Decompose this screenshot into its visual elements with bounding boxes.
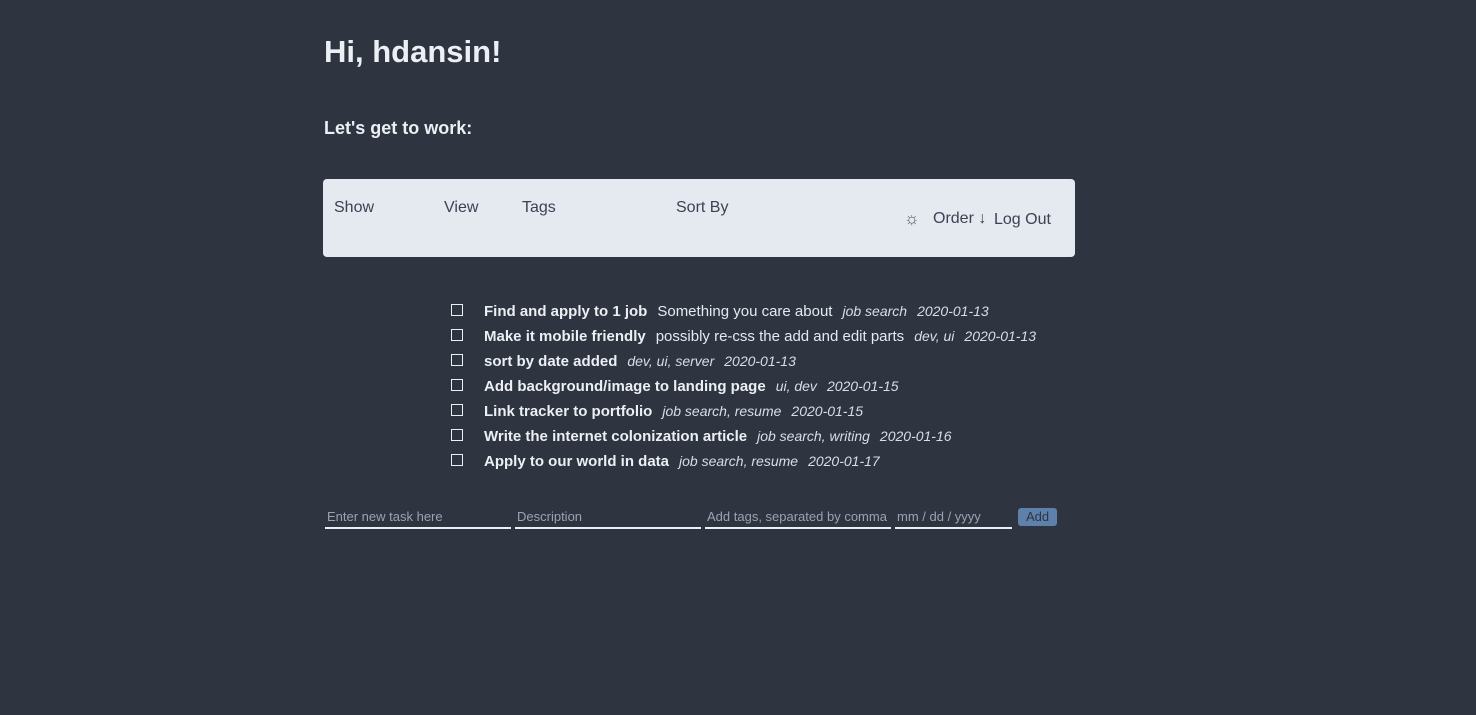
task-description: possibly re-css the add and edit parts xyxy=(655,328,905,345)
task-title[interactable]: Apply to our world in data xyxy=(484,453,669,470)
task-title[interactable]: sort by date added xyxy=(484,353,617,370)
toolbar: Show View Tags Sort By ☼ Order ↓ Log Out xyxy=(323,179,1075,257)
subheading: Let's get to work: xyxy=(324,118,473,138)
task-row: Add background/image to landing page ui,… xyxy=(448,378,1036,403)
sort-by-menu[interactable]: Sort By xyxy=(676,199,728,217)
description-input[interactable] xyxy=(515,505,701,529)
task-checkbox[interactable] xyxy=(451,354,463,366)
view-menu[interactable]: View xyxy=(444,199,478,217)
task-row: sort by date added dev, ui, server 2020-… xyxy=(448,353,1036,378)
task-title[interactable]: Add background/image to landing page xyxy=(484,378,766,395)
order-button[interactable]: Order ↓ xyxy=(933,210,986,228)
task-checkbox[interactable] xyxy=(451,454,463,466)
task-description: Something you care about xyxy=(657,303,833,320)
task-tags: job search, resume xyxy=(679,453,799,469)
task-date: 2020-01-15 xyxy=(826,378,899,394)
task-title[interactable]: Find and apply to 1 job xyxy=(484,303,647,320)
task-tags: dev, ui xyxy=(914,328,955,344)
task-date: 2020-01-15 xyxy=(791,403,864,419)
task-row: Apply to our world in data job search, r… xyxy=(448,453,1036,478)
task-date: 2020-01-13 xyxy=(724,353,796,369)
task-date: 2020-01-13 xyxy=(964,328,1037,344)
tags-input[interactable] xyxy=(705,505,891,529)
task-checkbox[interactable] xyxy=(451,429,463,441)
task-row: Write the internet colonization article … xyxy=(448,428,1036,453)
task-date: 2020-01-17 xyxy=(808,453,880,469)
task-checkbox[interactable] xyxy=(451,379,463,391)
show-menu[interactable]: Show xyxy=(334,199,374,217)
task-title[interactable]: Link tracker to portfolio xyxy=(484,403,652,420)
add-task-form: Add xyxy=(325,505,1058,529)
new-task-input[interactable] xyxy=(325,505,511,529)
tags-menu[interactable]: Tags xyxy=(522,199,556,217)
add-button[interactable]: Add xyxy=(1018,508,1058,526)
task-tags: dev, ui, server xyxy=(627,353,715,369)
task-tags: job search, resume xyxy=(662,403,782,419)
task-list: Find and apply to 1 job Something you ca… xyxy=(448,303,1036,478)
greeting-heading: Hi, hdansin! xyxy=(324,34,502,69)
page: Hi, hdansin! Let's get to work: Show Vie… xyxy=(0,0,1476,715)
task-date: 2020-01-16 xyxy=(879,428,952,444)
task-row: Make it mobile friendly possibly re-css … xyxy=(448,328,1036,353)
task-row: Find and apply to 1 job Something you ca… xyxy=(448,303,1036,328)
date-input[interactable] xyxy=(895,505,1012,529)
task-title[interactable]: Make it mobile friendly xyxy=(484,328,646,345)
task-title[interactable]: Write the internet colonization article xyxy=(484,428,747,445)
task-tags: job search, writing xyxy=(757,428,870,444)
task-tags: job search xyxy=(842,303,908,319)
task-row: Link tracker to portfolio job search, re… xyxy=(448,403,1036,428)
task-checkbox[interactable] xyxy=(451,304,463,316)
task-date: 2020-01-13 xyxy=(917,303,989,319)
theme-toggle-icon[interactable]: ☼ xyxy=(904,209,920,229)
task-tags: ui, dev xyxy=(775,378,817,394)
logout-button[interactable]: Log Out xyxy=(994,211,1051,229)
task-checkbox[interactable] xyxy=(451,404,463,416)
task-checkbox[interactable] xyxy=(451,329,463,341)
